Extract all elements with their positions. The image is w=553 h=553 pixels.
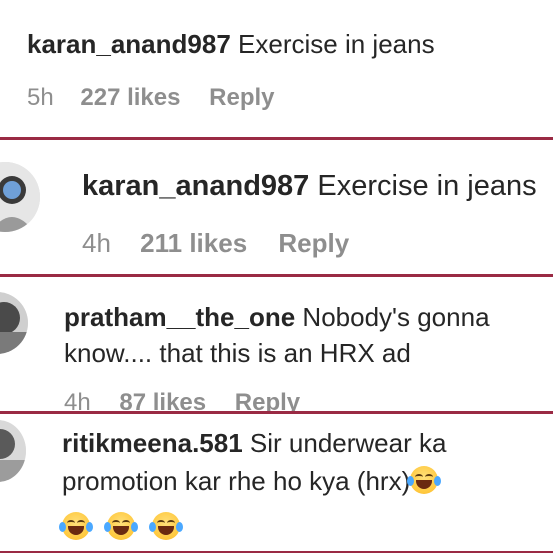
comment-meta: 4h 211 likes Reply	[82, 228, 349, 259]
avatar-image	[0, 420, 26, 482]
avatar[interactable]	[0, 162, 40, 232]
comment-time: 4h	[82, 228, 111, 258]
rolling-on-floor-laughing-emoji	[59, 512, 93, 540]
comment-username[interactable]: karan_anand987	[27, 29, 231, 59]
emoji-row	[59, 508, 184, 546]
comment-meta: 5h 227 likes Reply	[27, 84, 275, 112]
rolling-on-floor-laughing-emoji	[149, 512, 184, 540]
comment-1: karan_anand987 Exercise in jeans 5h 227 …	[0, 0, 553, 138]
comment-time: 4h	[64, 389, 91, 412]
comment-likes[interactable]: 87 likes	[119, 389, 206, 412]
avatar[interactable]	[0, 292, 28, 354]
comment-1-line: karan_anand987 Exercise in jeans	[27, 29, 435, 60]
comment-username[interactable]: ritikmeena.581	[62, 428, 243, 458]
reply-button[interactable]: Reply	[278, 228, 349, 259]
comment-3-body: pratham__the_one Nobody's gonna know....…	[64, 299, 549, 371]
comment-4-body: ritikmeena.581 Sir underwear ka promotio…	[59, 424, 542, 546]
avatar[interactable]	[0, 420, 26, 482]
comment-3: pratham__the_one Nobody's gonna know....…	[0, 277, 553, 412]
comment-username[interactable]: karan_anand987	[82, 170, 309, 202]
rolling-on-floor-laughing-emoji	[104, 512, 139, 540]
comment-text: Exercise in jeans	[238, 29, 435, 59]
avatar-image	[0, 292, 28, 354]
comment-username[interactable]: pratham__the_one	[64, 302, 295, 332]
rolling-on-floor-laughing-emoji	[407, 466, 442, 494]
reply-button[interactable]: Reply	[235, 389, 300, 412]
avatar-image	[0, 162, 40, 232]
comment-likes[interactable]: 227 likes	[80, 84, 180, 112]
reply-button[interactable]: Reply	[209, 84, 274, 112]
comment-2: karan_anand987 Exercise in jeans 4h 211 …	[0, 140, 553, 275]
comment-4: ritikmeena.581 Sir underwear ka promotio…	[0, 414, 553, 551]
comment-likes[interactable]: 211 likes	[140, 228, 247, 259]
comment-2-line: karan_anand987 Exercise in jeans	[82, 170, 537, 203]
comment-time: 5h	[27, 84, 54, 111]
comment-text: Exercise in jeans	[317, 170, 537, 202]
comment-meta: 4h 87 likes Reply	[64, 389, 300, 412]
